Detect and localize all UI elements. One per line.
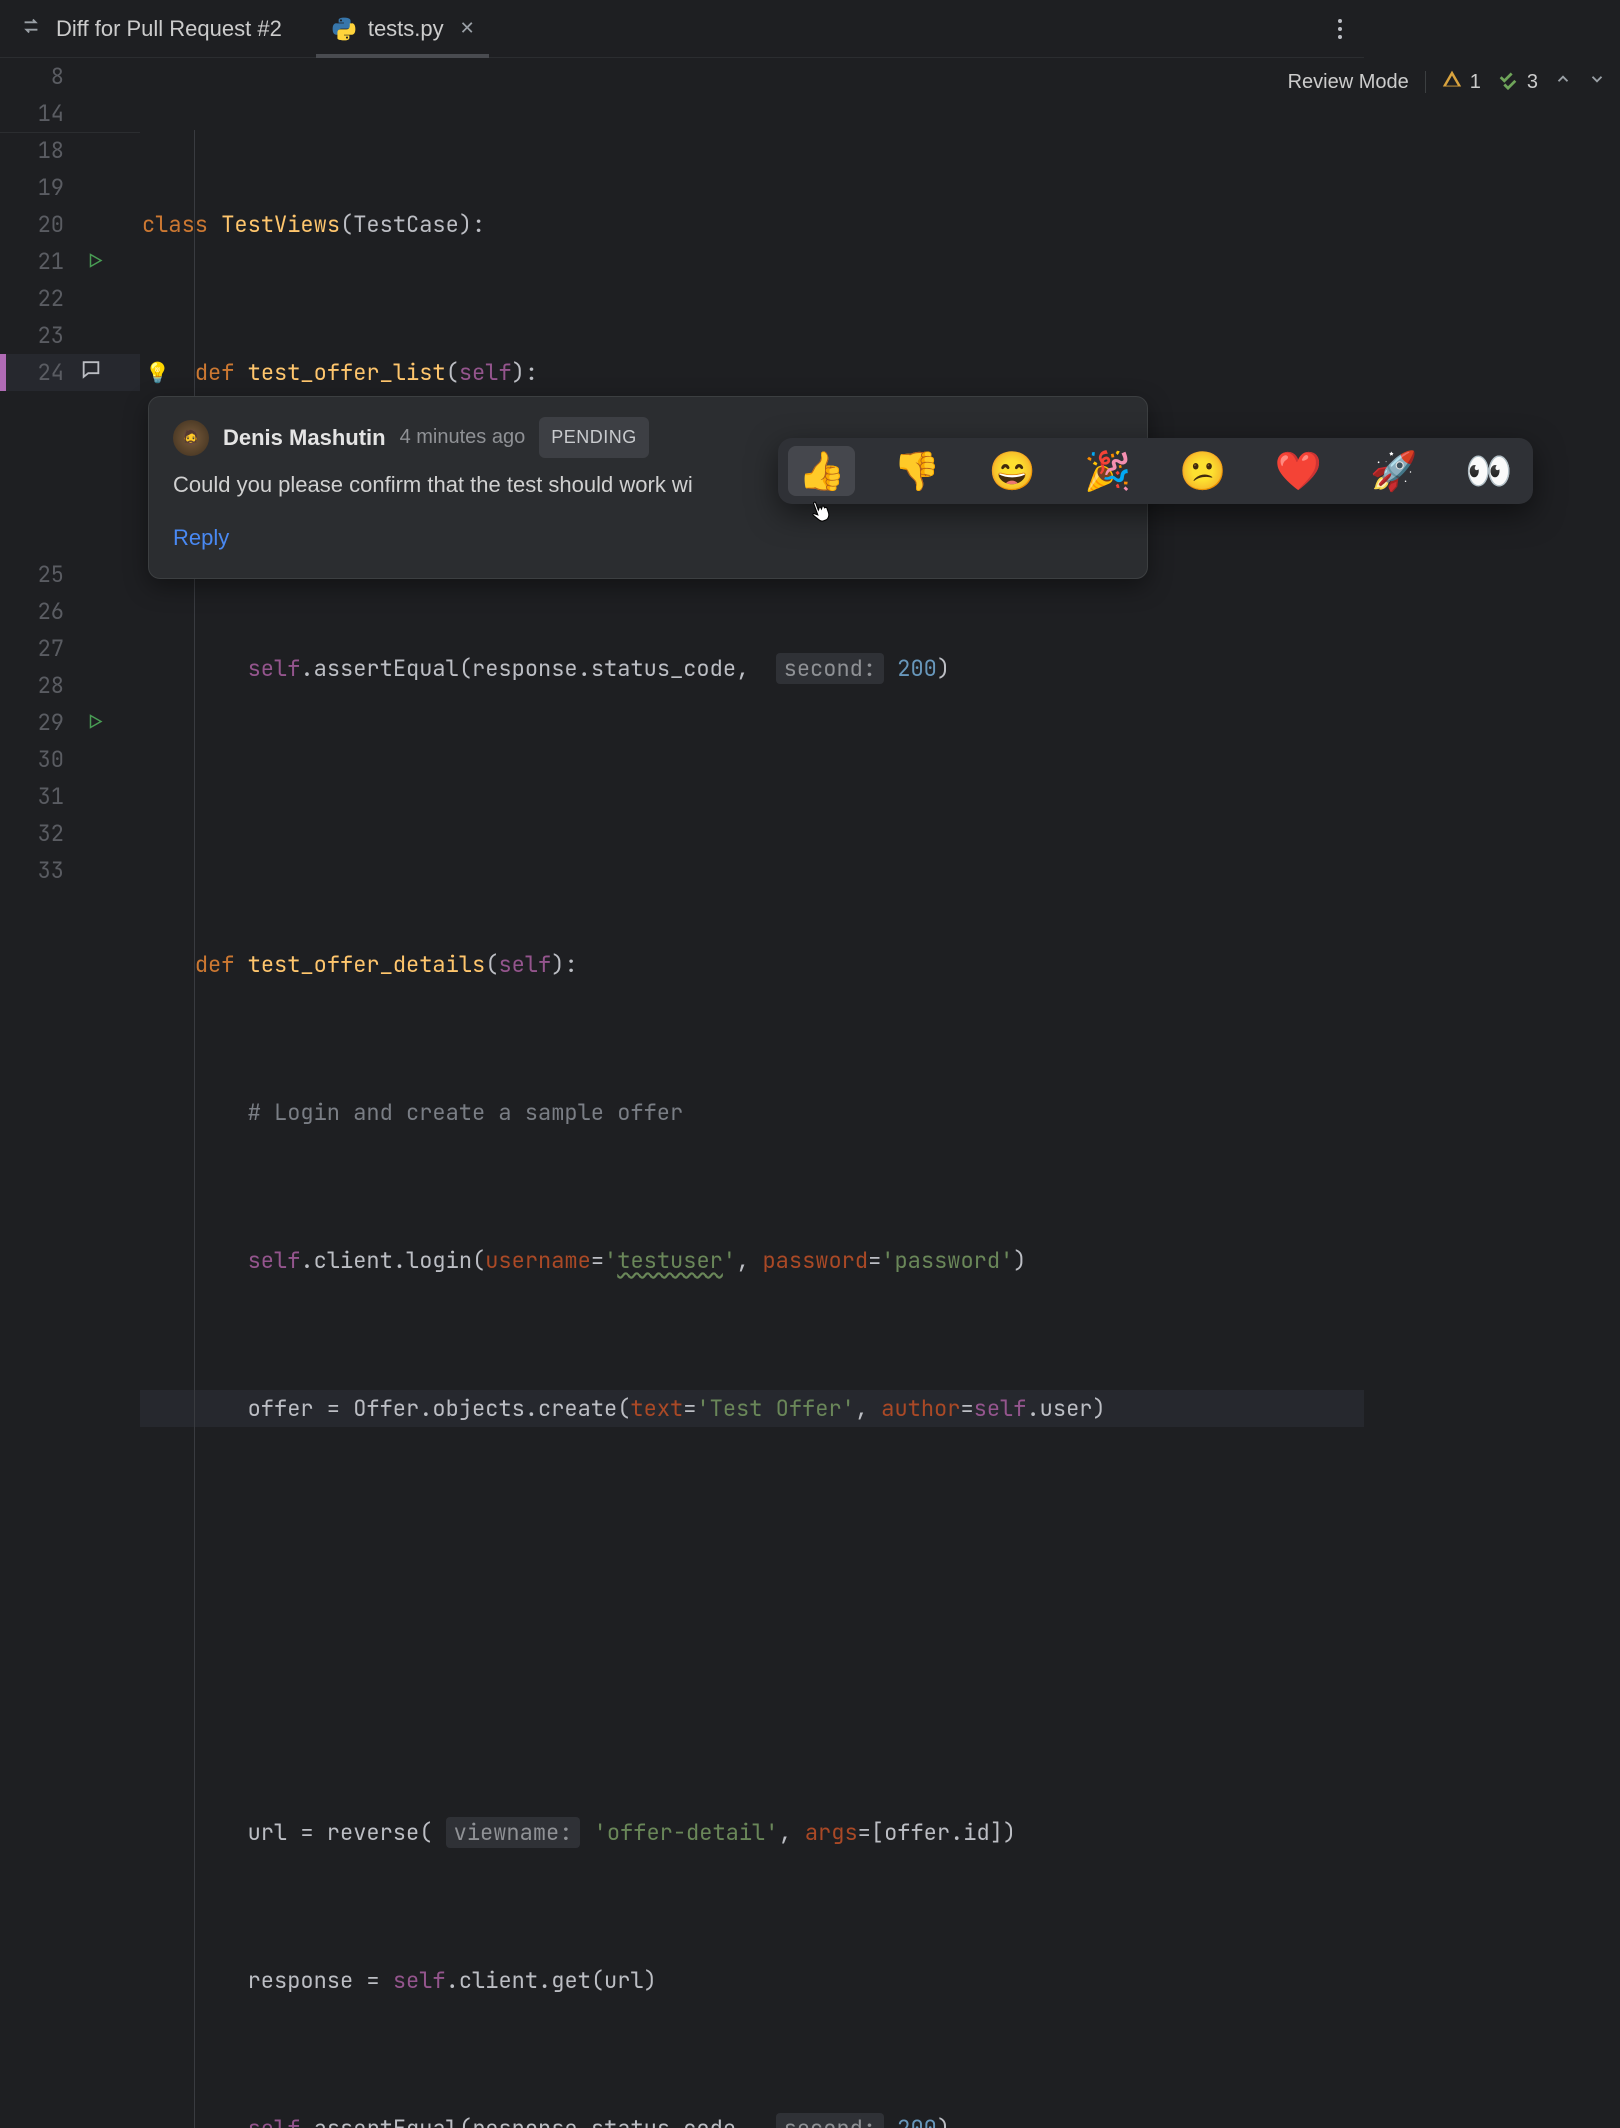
avatar[interactable]: 🧔 (173, 420, 209, 456)
review-mode-label[interactable]: Review Mode (1288, 71, 1409, 94)
emoji-heart[interactable]: ❤️ (1265, 446, 1332, 496)
code-line[interactable]: def test_offer_list(self): (140, 354, 1364, 391)
tab-diff-pr[interactable]: Diff for Pull Request #2 (52, 0, 296, 58)
gutter-line[interactable]: 28 (0, 667, 140, 704)
gutter-line[interactable]: 32 (0, 815, 140, 852)
code-line[interactable]: self.client.login(username='testuser', p… (140, 1242, 1364, 1279)
emoji-thumbs-up[interactable]: 👍 (788, 446, 855, 496)
tab-diff-label: Diff for Pull Request #2 (56, 16, 282, 42)
gutter-line[interactable]: 30 (0, 741, 140, 778)
code-spacer (140, 1538, 1364, 1703)
gutter-line[interactable]: 33 (0, 852, 140, 889)
gutter-line[interactable]: 23 (0, 317, 140, 354)
gutter-line[interactable]: 20 (0, 206, 140, 243)
emoji-rocket[interactable]: 🚀 (1360, 446, 1427, 496)
emoji-confused[interactable]: 😕 (1169, 446, 1236, 496)
code-line[interactable]: # Login and create a sample offer (140, 1094, 1364, 1131)
gutter: 8 14 18 19 20 21 22 23 24 💡 25 26 27 28 … (0, 58, 140, 2128)
comment-thread-icon[interactable] (80, 354, 102, 391)
gutter-line[interactable]: 27 (0, 630, 140, 667)
code-line[interactable]: self.assertEqual(response.status_code, s… (140, 650, 1364, 687)
warning-count: 1 (1470, 71, 1481, 94)
chevron-down-icon[interactable] (1588, 70, 1606, 94)
code-line[interactable]: response = self.client.get(url) (140, 1962, 1364, 1999)
diff-arrow-icon (20, 15, 42, 43)
more-menu-icon[interactable] (1338, 19, 1342, 39)
gutter-line[interactable]: 25 (0, 556, 140, 593)
code-line[interactable]: class TestViews(TestCase): (140, 206, 1364, 243)
emoji-thumbs-down[interactable]: 👎 (883, 446, 950, 496)
gutter-line[interactable]: 22 (0, 280, 140, 317)
code-area[interactable]: class TestViews(TestCase): def test_offe… (140, 58, 1364, 2128)
tab-bar: Diff for Pull Request #2 tests.py ✕ (0, 0, 1364, 58)
gutter-line[interactable]: 26 (0, 593, 140, 630)
code-line-highlighted[interactable]: offer = Offer.objects.create(text='Test … (140, 1390, 1364, 1427)
gutter-line[interactable]: 8 (0, 58, 140, 95)
gutter-line[interactable]: 14 (0, 95, 140, 132)
reply-link[interactable]: Reply (173, 519, 1123, 556)
emoji-picker: 👍 👎 😄 🎉 😕 ❤️ 🚀 👀 (778, 438, 1533, 504)
tab-tests-py[interactable]: tests.py ✕ (316, 0, 489, 58)
chevron-up-icon[interactable] (1554, 70, 1572, 94)
emoji-eyes[interactable]: 👀 (1455, 446, 1522, 496)
gutter-line[interactable]: 18 (0, 132, 140, 169)
close-icon[interactable]: ✕ (460, 18, 475, 39)
code-line[interactable] (140, 798, 1364, 835)
review-bar: Review Mode 1 3 (1288, 68, 1606, 96)
tab-tests-label: tests.py (368, 16, 444, 42)
run-icon[interactable] (86, 243, 104, 280)
gutter-line-commented[interactable]: 24 💡 (0, 354, 140, 391)
check-icon[interactable] (1497, 68, 1519, 96)
emoji-laugh[interactable]: 😄 (979, 446, 1046, 496)
gutter-line[interactable]: 19 (0, 169, 140, 206)
python-icon (330, 15, 358, 43)
comment-author: Denis Mashutin (223, 419, 386, 456)
run-icon[interactable] (86, 704, 104, 741)
code-line[interactable]: self.assertEqual(response.status_code, s… (140, 2110, 1364, 2128)
gutter-line[interactable]: 31 (0, 778, 140, 815)
code-line[interactable]: url = reverse( viewname: 'offer-detail',… (140, 1814, 1364, 1851)
comment-timestamp: 4 minutes ago (400, 419, 526, 456)
warning-icon[interactable] (1442, 69, 1462, 95)
check-count: 3 (1527, 71, 1538, 94)
gutter-line[interactable]: 29 (0, 704, 140, 741)
gutter-line[interactable]: 21 (0, 243, 140, 280)
editor[interactable]: 8 14 18 19 20 21 22 23 24 💡 25 26 27 28 … (0, 58, 1364, 2128)
emoji-party[interactable]: 🎉 (1074, 446, 1141, 496)
review-divider (1425, 71, 1426, 93)
code-line[interactable]: def test_offer_details(self): (140, 946, 1364, 983)
gutter-spacer (0, 391, 140, 556)
status-badge: PENDING (539, 417, 649, 458)
